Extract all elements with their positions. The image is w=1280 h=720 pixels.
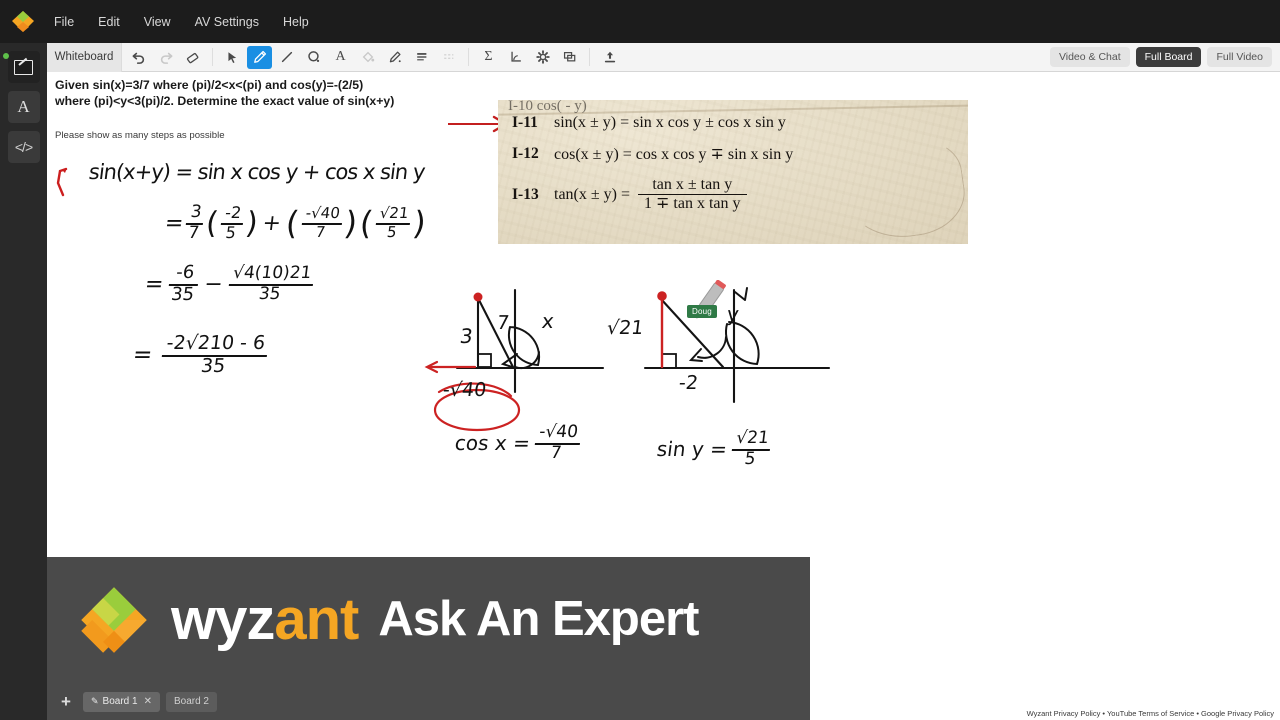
diagram1-result-frac: -√40 7 — [532, 422, 582, 463]
menu-file[interactable]: File — [42, 11, 86, 33]
draw-tool-group: A — [216, 43, 465, 72]
diagram2-result-num: √21 — [735, 428, 771, 448]
close-icon[interactable]: ✕ — [144, 696, 152, 707]
diagram2-result: sin y = √21 5 — [655, 428, 773, 469]
wyzant-diamond-icon — [12, 11, 34, 32]
board-tab-bar: + ✎ Board 1 ✕ Board 2 — [47, 683, 1280, 720]
eraser-icon[interactable] — [180, 46, 205, 69]
board-tab-2-label: Board 2 — [173, 696, 209, 707]
whiteboard-toolbar: Whiteboard A Σ Video & Chat Full Board F… — [47, 42, 1280, 72]
brand-word-ant: ant — [274, 586, 359, 652]
view-mode-buttons: Video & Chat Full Board Full Video — [1049, 47, 1272, 67]
wyzant-diamond-logo — [81, 586, 147, 653]
diagram2-result-label: sin y = — [655, 437, 729, 461]
highlighter-icon[interactable] — [382, 46, 407, 69]
redo-icon[interactable] — [153, 46, 178, 69]
brand-word-wyz: wyz — [171, 586, 275, 652]
add-board-button[interactable]: + — [55, 692, 77, 712]
menu-items: File Edit View AV Settings Help — [42, 11, 321, 33]
menu-edit[interactable]: Edit — [86, 11, 132, 33]
menu-bar: File Edit View AV Settings Help — [0, 0, 1280, 43]
shape-circle-icon[interactable] — [301, 46, 326, 69]
view-video-chat-button[interactable]: Video & Chat — [1049, 47, 1130, 67]
sidebar-item-text-document[interactable]: A — [7, 91, 40, 123]
board-tab-1-label: Board 1 — [102, 696, 138, 707]
left-sidebar: A </> — [0, 43, 47, 720]
diagram2-result-frac: √21 5 — [729, 428, 773, 469]
line-icon[interactable] — [274, 46, 299, 69]
brand-tagline: Ask An Expert — [378, 592, 699, 646]
toolbar-divider — [212, 48, 213, 66]
undo-icon[interactable] — [126, 46, 151, 69]
text-document-icon: A — [17, 97, 30, 116]
diagram-1-triangle — [455, 288, 605, 394]
view-full-board-button[interactable]: Full Board — [1135, 47, 1202, 67]
menu-help[interactable]: Help — [271, 11, 321, 33]
diagram1-result-label: cos x = — [453, 431, 532, 455]
select-cursor-icon[interactable] — [220, 46, 245, 69]
sidebar-item-whiteboard[interactable] — [2, 51, 40, 83]
board-tab-1[interactable]: ✎ Board 1 ✕ — [83, 691, 160, 712]
online-status-dot — [2, 53, 9, 59]
diagram1-result: cos x = -√40 7 — [453, 422, 582, 463]
app-logo — [0, 0, 42, 43]
brand-lockup: wyzant Ask An Expert — [47, 557, 810, 682]
upload-tool-group — [593, 43, 626, 72]
diagram2-result-den: 5 — [729, 449, 771, 469]
menu-view[interactable]: View — [132, 11, 183, 33]
fill-bucket-icon[interactable] — [355, 46, 380, 69]
diagram1-label-adjacent: -√40 — [441, 379, 488, 401]
board-tab-2[interactable]: Board 2 — [165, 691, 217, 712]
diagram2-label-opposite: √21 — [605, 317, 645, 339]
math-tool-group: Σ — [472, 43, 586, 72]
history-tool-group — [122, 43, 209, 72]
graph-axis-icon[interactable] — [503, 46, 528, 69]
whiteboard-tab[interactable]: Whiteboard — [47, 42, 122, 72]
toolbar-divider-3 — [589, 48, 590, 66]
line-weight-icon[interactable] — [409, 46, 434, 69]
line-style-icon[interactable] — [436, 46, 461, 69]
whiteboard-icon — [14, 59, 33, 75]
pencil-icon[interactable] — [247, 45, 272, 69]
sidebar-item-code[interactable]: </> — [7, 131, 40, 163]
math-sigma-icon[interactable]: Σ — [476, 46, 501, 69]
diagram2-label-adjacent: -2 — [677, 372, 700, 394]
pencil-icon-small: ✎ — [91, 696, 99, 706]
view-full-video-button[interactable]: Full Video — [1207, 47, 1272, 67]
brand-wordmark: wyzant — [171, 590, 359, 649]
settings-gear-icon[interactable] — [530, 46, 555, 69]
upload-icon[interactable] — [597, 46, 622, 69]
layers-icon[interactable] — [557, 46, 582, 69]
text-tool-icon[interactable]: A — [328, 46, 353, 69]
menu-av-settings[interactable]: AV Settings — [183, 11, 271, 33]
diagram1-result-num: -√40 — [538, 422, 580, 442]
remote-cursor-name-tag: Doug — [687, 305, 717, 318]
diagram1-result-den: 7 — [532, 443, 580, 463]
toolbar-divider-2 — [468, 48, 469, 66]
code-icon: </> — [14, 139, 33, 155]
